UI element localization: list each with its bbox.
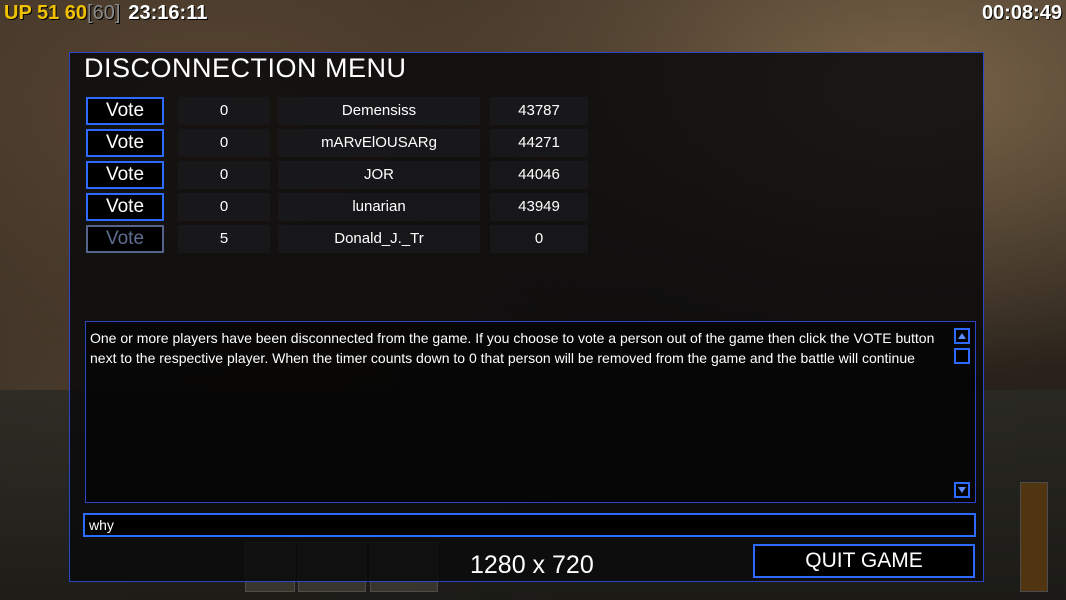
player-name: JOR: [278, 161, 480, 189]
player-name: Donald_J._Tr: [278, 225, 480, 253]
player-id: 43949: [490, 193, 588, 221]
scrollbar-thumb[interactable]: [954, 348, 970, 364]
hud-power-meter: [1020, 482, 1048, 592]
fps-counter: UP 51 60: [4, 2, 88, 24]
game-timer: 00:08:49: [981, 2, 1062, 24]
scroll-down-arrow-icon[interactable]: [954, 482, 970, 498]
disconnection-menu-panel: DISCONNECTION MENU Vote 0 Demensiss 4378…: [69, 52, 984, 582]
scroll-up-arrow-icon[interactable]: [954, 328, 970, 344]
fps-overlay: UP 51 60[60] 23:16:11: [4, 2, 207, 25]
player-id: 44046: [490, 161, 588, 189]
quit-game-button[interactable]: QUIT GAME: [753, 544, 975, 578]
player-name: Demensiss: [278, 97, 480, 125]
player-name: mARvElOUSARg: [278, 129, 480, 157]
chat-input[interactable]: [83, 513, 976, 537]
vote-button[interactable]: Vote: [86, 97, 164, 125]
vote-button[interactable]: Vote: [86, 129, 164, 157]
resolution-label: 1280 x 720: [470, 551, 594, 579]
vote-count: 0: [178, 97, 270, 125]
message-box: One or more players have been disconnect…: [85, 321, 976, 503]
dialog-title: DISCONNECTION MENU: [84, 53, 407, 83]
player-id: 0: [490, 225, 588, 253]
vote-count: 0: [178, 129, 270, 157]
fps-cap: [60]: [87, 2, 121, 24]
vote-button-disabled: Vote: [86, 225, 164, 253]
vote-button[interactable]: Vote: [86, 193, 164, 221]
vote-button[interactable]: Vote: [86, 161, 164, 189]
vote-count: 0: [178, 193, 270, 221]
system-clock: 23:16:11: [128, 2, 208, 24]
disconnect-message: One or more players have been disconnect…: [90, 330, 935, 366]
vote-count: 5: [178, 225, 270, 253]
player-name: lunarian: [278, 193, 480, 221]
player-id: 43787: [490, 97, 588, 125]
player-id: 44271: [490, 129, 588, 157]
vote-count: 0: [178, 161, 270, 189]
